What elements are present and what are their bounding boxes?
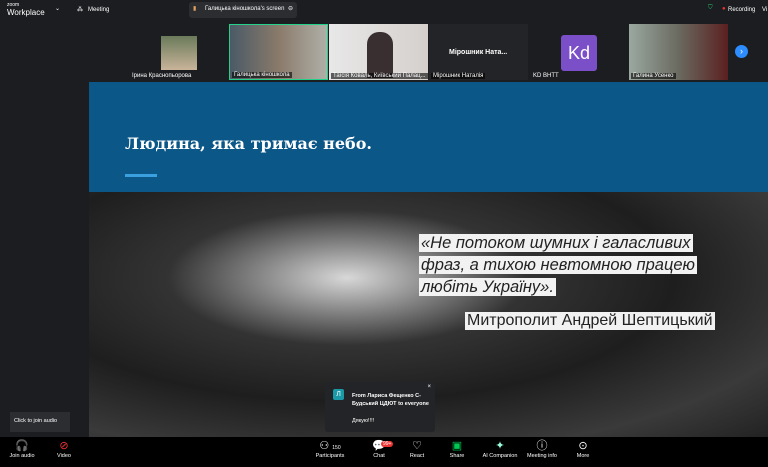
participant-display-name: Мірошник Ната... — [449, 49, 508, 56]
ai-companion-button[interactable]: ✦ AI Companion — [477, 440, 523, 459]
top-bar: zoom Workplace ⌄ ⁂ Meeting ▮ Галицька кіно… — [0, 0, 768, 20]
video-button[interactable]: ⊘ Video — [42, 440, 86, 459]
more-icon: ⊙ — [578, 440, 588, 452]
quote-line: фраз, а тихою невтомною працею — [419, 256, 697, 274]
share-button[interactable]: ▣ Share — [435, 440, 479, 459]
more-label: More — [576, 453, 590, 459]
chat-badge: 99+ — [381, 441, 394, 447]
participants-label: Participants — [315, 453, 345, 459]
zoom-logo: zoom Workplace — [7, 2, 45, 17]
participant-name: Галина Усенко — [631, 73, 676, 79]
participant-tile[interactable]: Ірина Краснопьорова — [128, 24, 228, 80]
sparkle-icon: ✦ — [495, 440, 505, 452]
info-label: Meeting info — [527, 453, 557, 459]
meeting-label[interactable]: Meeting — [88, 7, 109, 13]
participant-name: Мірошник Наталія — [431, 73, 486, 79]
participants-icon: ⚇ 150 — [319, 440, 341, 452]
share-tab-label: Галицька кіношкола's screen — [205, 6, 285, 12]
headphones-icon: 🎧 — [15, 440, 29, 452]
meeting-info-button[interactable]: ⓘ Meeting info — [520, 440, 564, 459]
participant-name: Галицька кіношкола — [232, 72, 292, 78]
participant-count: 150 — [332, 445, 341, 451]
info-icon: ⓘ — [536, 440, 548, 452]
join-audio-button[interactable]: 🎧 Join audio — [0, 440, 44, 459]
share-tab[interactable]: ▮ Галицька кіношкола's screen ⊖ — [189, 2, 297, 18]
slide-title: Людина, яка тримає небо. — [125, 134, 372, 153]
screen-icon: ▮ — [193, 6, 197, 12]
title-underline — [125, 174, 157, 177]
join-audio-tooltip: Click to join audio — [10, 412, 70, 432]
participant-tile[interactable]: Kd KD ВНТТ — [529, 24, 628, 80]
chevron-down-icon[interactable]: ⌄ — [55, 5, 60, 12]
react-label: React — [409, 453, 425, 459]
participant-name: Ірина Краснопьорова — [132, 73, 192, 79]
next-page-icon[interactable]: › — [735, 45, 748, 58]
view-button[interactable]: Vi — [762, 7, 767, 13]
participants-button[interactable]: ⚇ 150 Participants — [308, 440, 352, 459]
video-off-icon: ⊘ — [59, 440, 69, 452]
participant-tile[interactable]: Таїсія Коваль, Київський Палац... — [329, 24, 428, 80]
participant-strip: Ірина Краснопьорова Галицька кіношкола Т… — [0, 20, 768, 82]
recording-dot-icon: ● — [722, 6, 726, 12]
participant-video — [161, 36, 197, 70]
participant-tile-active[interactable]: Галицька кіношкола — [229, 24, 328, 80]
join-audio-label: Join audio — [9, 453, 35, 459]
slide-header: Людина, яка тримає небо. — [89, 82, 768, 192]
options-icon[interactable]: ⊖ — [288, 5, 293, 12]
chat-sender: From Лариса Фещенко С-Будський ЦДЮТ to e… — [352, 393, 429, 407]
quote: «Не потоком шумних і галасливих фраз, а … — [419, 232, 699, 298]
close-icon[interactable]: × — [427, 384, 431, 390]
participant-tile[interactable]: Мірошник Ната... Мірошник Наталія — [429, 24, 528, 80]
video-label: Video — [57, 453, 71, 459]
participant-name: Таїсія Коваль, Київський Палац... — [331, 73, 428, 79]
sender-avatar: Л — [333, 389, 344, 400]
chat-notification[interactable]: Л From Лариса Фещенко С-Будський ЦДЮТ to… — [325, 382, 435, 432]
share-icon: ▣ — [451, 440, 463, 452]
quote-line: любіть Україну». — [419, 278, 556, 296]
shield-icon: ⛉ — [708, 5, 713, 11]
participant-video — [367, 32, 393, 78]
recording-label[interactable]: Recording — [728, 7, 755, 13]
participant-tile[interactable]: Галина Усенко — [629, 24, 728, 80]
heart-icon: ♡ — [412, 440, 422, 452]
participant-name: KD ВНТТ — [533, 73, 559, 79]
more-button[interactable]: ⊙ More — [561, 440, 605, 459]
react-button[interactable]: ♡ React — [395, 440, 439, 459]
meeting-toolbar: 🎧 Join audio ⊘ Video ⚇ 150 Participants 💬 Ch… — [0, 437, 768, 467]
logo-big: Workplace — [7, 8, 45, 17]
chat-label: Chat — [373, 453, 385, 459]
avatar: Kd — [561, 35, 597, 71]
ai-label: AI Companion — [482, 453, 518, 459]
quote-author: Митрополит Андрей Шептицький — [465, 312, 715, 330]
share-label: Share — [449, 453, 465, 459]
quote-line: «Не потоком шумних і галасливих — [419, 234, 693, 252]
meeting-icon: ⁂ — [77, 7, 83, 13]
chat-message: Дякую!!!! — [352, 418, 375, 424]
